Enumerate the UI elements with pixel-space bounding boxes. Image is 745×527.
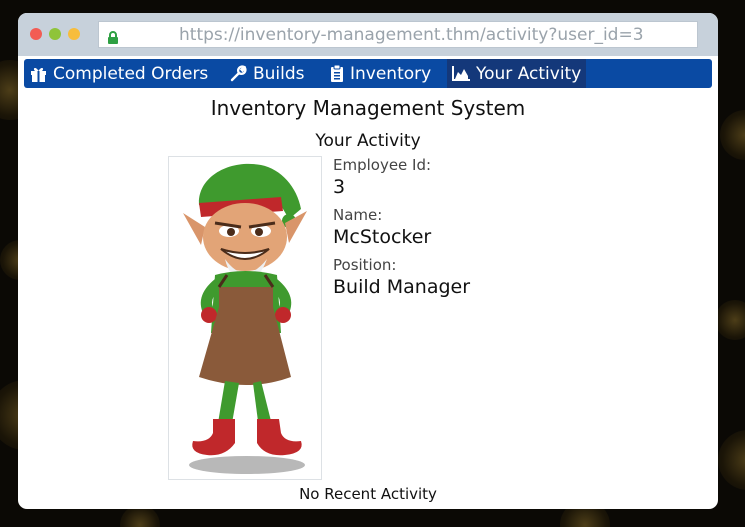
name-value: McStocker [333, 226, 432, 248]
employee-avatar [168, 156, 322, 480]
clipboard-icon [331, 65, 343, 82]
main-nav: Completed Orders Builds Inventory Your A… [24, 59, 712, 88]
lock-icon [107, 29, 119, 44]
browser-window: https://inventory-management.thm/activit… [18, 13, 718, 509]
nav-completed-orders[interactable]: Completed Orders [30, 59, 208, 88]
app-title: Inventory Management System [210, 96, 526, 120]
nav-your-activity-label: Your Activity [476, 63, 582, 84]
area-chart-icon [452, 66, 470, 81]
url-text: https://inventory-management.thm/activit… [179, 25, 644, 45]
section-title: Your Activity [315, 131, 421, 151]
browser-titlebar: https://inventory-management.thm/activit… [18, 13, 718, 56]
employee-id-label: Employee Id: [333, 156, 432, 174]
nav-your-activity[interactable]: Your Activity [447, 59, 587, 88]
employee-id-value: 3 [333, 176, 346, 198]
minimize-window-button[interactable] [49, 28, 61, 40]
maximize-window-button[interactable] [68, 28, 80, 40]
position-value: Build Manager [333, 276, 471, 298]
name-label: Name: [333, 206, 383, 224]
no-recent-activity-text: No Recent Activity [299, 485, 437, 503]
nav-builds-label: Builds [253, 63, 305, 84]
position-label: Position: [333, 256, 397, 274]
nav-builds[interactable]: Builds [230, 59, 305, 88]
wrench-icon [230, 65, 247, 82]
gift-icon [31, 67, 46, 82]
address-bar[interactable]: https://inventory-management.thm/activit… [98, 21, 698, 48]
nav-inventory-label: Inventory [350, 63, 432, 84]
nav-inventory[interactable]: Inventory [330, 59, 431, 88]
elf-illustration [183, 163, 307, 474]
close-window-button[interactable] [30, 28, 42, 40]
nav-completed-orders-label: Completed Orders [53, 63, 209, 84]
